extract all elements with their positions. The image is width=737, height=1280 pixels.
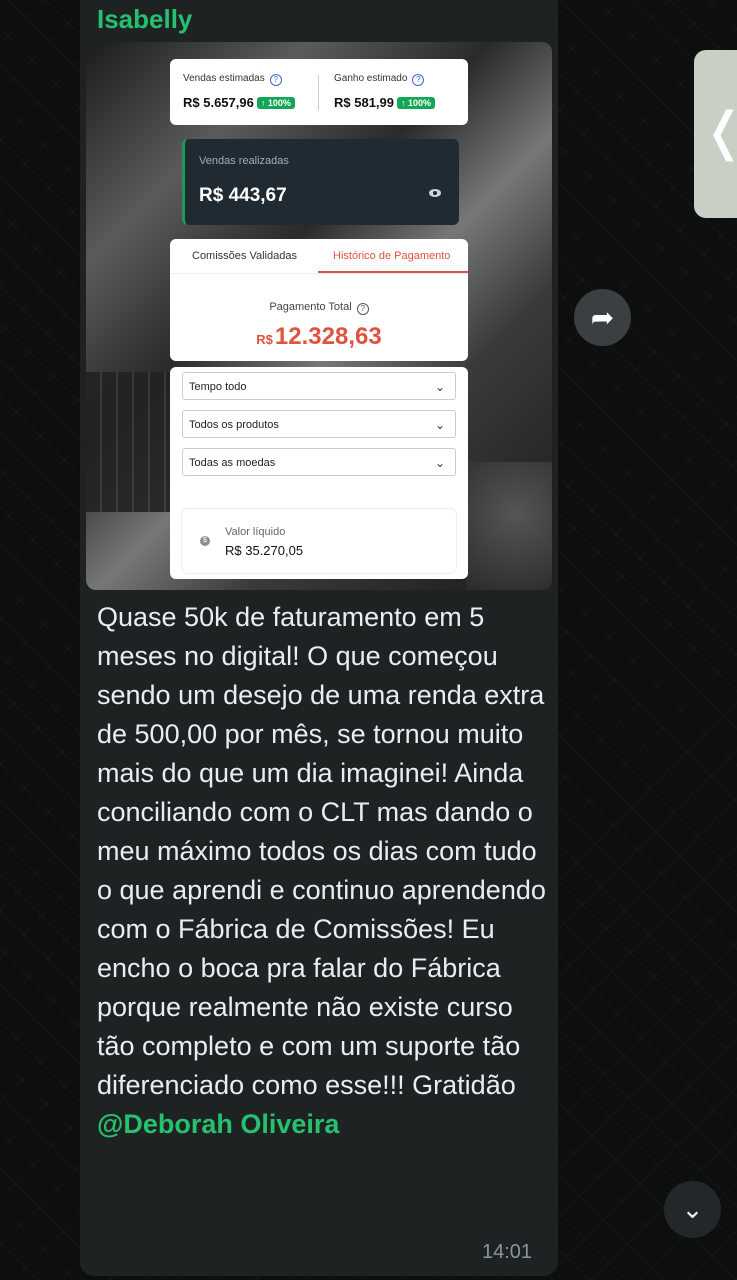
realized-sales-label: Vendas realizadas [199, 155, 289, 167]
chevron-down-icon: ⌄ [434, 380, 445, 394]
payment-card: Comissões Validadas Histórico de Pagamen… [170, 239, 468, 361]
net-value-box: $ Valor líquido R$ 35.270,05 [182, 509, 456, 573]
media-image[interactable]: Vendas estimadas? R$ 5.657,96 ↑ 100% Ganh… [86, 42, 552, 590]
estimated-gain-label: Ganho estimado [334, 73, 408, 84]
products-select-value: Todos os produtos [189, 419, 279, 431]
fabric-photo [466, 462, 552, 590]
coin-icon: $ [200, 536, 210, 546]
estimated-gain-value: R$ 581,99 [334, 95, 394, 110]
chevron-down-icon: ⌄ [681, 1194, 704, 1224]
realized-sales-value: R$ 443,67 [199, 185, 287, 206]
sender-name[interactable]: Isabelly [97, 4, 192, 35]
total-value: 12.328,63 [274, 323, 382, 350]
help-icon: ? [412, 74, 425, 86]
forward-icon: ➦ [590, 302, 615, 333]
filters-card: Tempo todo ⌄ Todos os produtos ⌄ Todas as … [170, 367, 468, 579]
realized-sales-card: Vendas realizadas R$ 443,67 [182, 139, 459, 225]
chevron-down-icon: ⌄ [434, 418, 445, 432]
growth-badge: ↑ 100% [397, 97, 436, 109]
tab-divider [170, 273, 468, 274]
scroll-down-button[interactable]: ⌄ [664, 1181, 721, 1238]
forward-button[interactable]: ➦ [574, 289, 631, 346]
help-icon: ? [356, 303, 369, 315]
estimated-sales-value: R$ 5.657,96 [183, 95, 254, 110]
estimated-gain: Ganho estimado? R$ 581,99 ↑ 100% [334, 73, 436, 110]
estimates-card: Vendas estimadas? R$ 5.657,96 ↑ 100% Ganh… [170, 59, 468, 125]
net-label: Valor líquido [225, 526, 286, 538]
currency-select: Todas as moedas ⌄ [182, 448, 456, 476]
total-currency: R$ [256, 332, 273, 347]
currency-select-value: Todas as moedas [189, 457, 276, 469]
tab-validated: Comissões Validadas [192, 250, 297, 262]
estimated-sales-label: Vendas estimadas [183, 73, 265, 84]
mention-link[interactable]: @Deborah Oliveira [97, 1109, 339, 1139]
tab-history: Histórico de Pagamento [333, 250, 451, 262]
message-time: 14:01 [482, 1241, 533, 1263]
net-value: R$ 35.270,05 [225, 543, 304, 558]
growth-badge: ↑ 100% [256, 97, 295, 109]
period-select-value: Tempo todo [189, 381, 247, 393]
divider [318, 75, 319, 111]
message-caption: Quase 50k de faturamento em 5 meses no d… [97, 598, 547, 1144]
caption-text: Quase 50k de faturamento em 5 meses no d… [97, 602, 546, 1100]
chevron-left-icon: ❬ [702, 102, 737, 162]
period-select: Tempo todo ⌄ [182, 372, 456, 400]
active-tab-indicator [318, 271, 468, 273]
eye-icon [429, 189, 441, 197]
total-label: Pagamento Total [269, 301, 352, 313]
chevron-down-icon: ⌄ [434, 456, 445, 470]
estimated-sales: Vendas estimadas? R$ 5.657,96 ↑ 100% [183, 73, 295, 110]
help-icon: ? [269, 74, 282, 86]
products-select: Todos os produtos ⌄ [182, 410, 456, 438]
side-back-handle[interactable]: ❬ [694, 50, 737, 218]
